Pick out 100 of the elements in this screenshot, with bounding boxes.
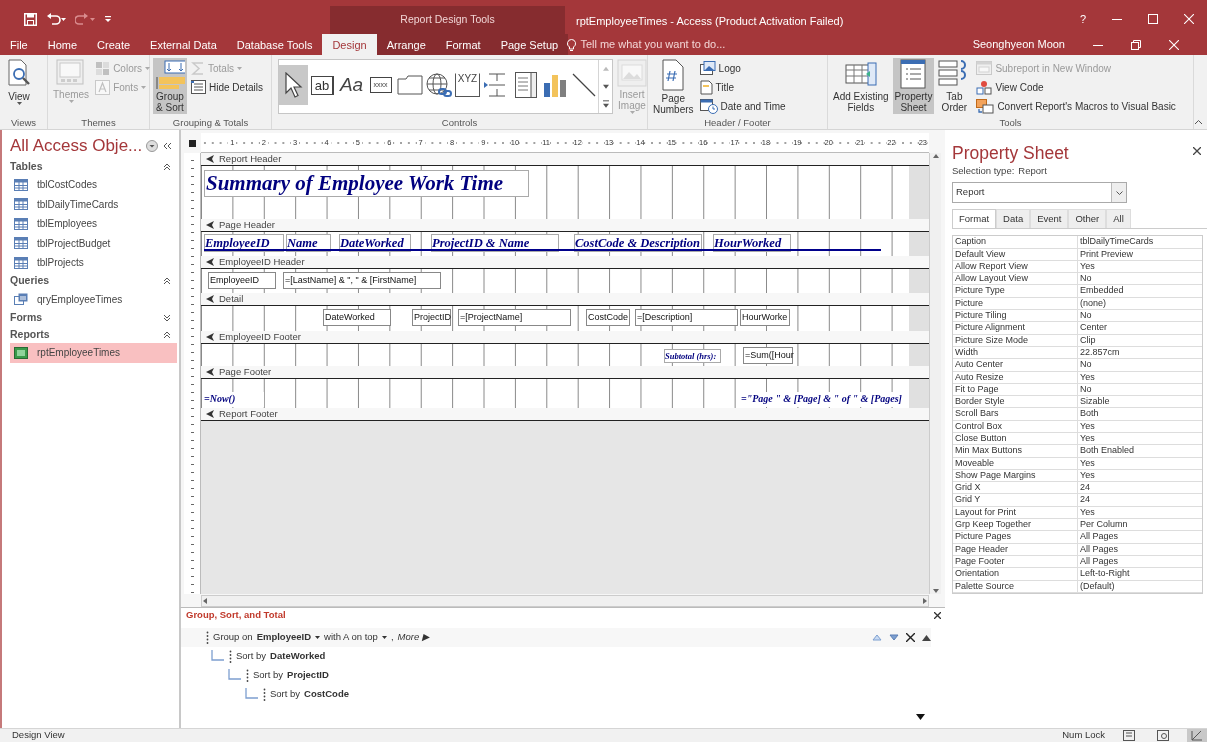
collapse-icon[interactable] (163, 330, 171, 339)
text-box-control[interactable]: =[Description] (635, 309, 738, 326)
property-value[interactable]: 24 (1078, 494, 1090, 506)
field-selector[interactable]: CostCode (304, 687, 349, 702)
ribbon-button[interactable]: Tab Order (936, 58, 973, 114)
control-tool[interactable] (279, 65, 308, 105)
property-value[interactable]: Per Column (1078, 519, 1128, 531)
collapse-icon[interactable] (163, 162, 171, 171)
expand-icon[interactable] (163, 313, 171, 322)
section-selector-icon[interactable] (206, 155, 215, 163)
delete-icon[interactable] (906, 633, 915, 642)
property-value[interactable]: No (1078, 273, 1092, 285)
ribbon-button[interactable]: Hide Details (189, 78, 265, 96)
property-value[interactable]: All Pages (1078, 543, 1119, 555)
close-button[interactable] (1169, 39, 1179, 50)
close-icon[interactable] (1193, 147, 1201, 155)
property-value[interactable]: All Pages (1078, 555, 1119, 568)
navigation-pane-title[interactable]: All Access Obje... (10, 133, 143, 159)
scroll-left-icon[interactable] (202, 596, 208, 605)
property-tab[interactable]: Data (996, 209, 1031, 229)
property-value[interactable]: No (1078, 359, 1092, 371)
section-selector-icon[interactable] (206, 368, 215, 376)
text-box-control[interactable]: =Sum([Hour (743, 347, 793, 364)
close-button[interactable] (1184, 14, 1194, 24)
text-box-control[interactable]: =[ProjectName] (458, 309, 571, 326)
section-selector-icon[interactable] (206, 258, 215, 266)
help-button[interactable]: ? (1079, 10, 1086, 28)
property-value[interactable]: Sizable (1078, 396, 1110, 408)
vertical-scrollbar[interactable] (929, 153, 941, 594)
navigation-item[interactable]: tblProjects (10, 253, 177, 273)
collapse-ribbon-icon[interactable] (1194, 119, 1203, 125)
text-box-control[interactable]: EmployeeID (208, 272, 276, 289)
report-selector-icon[interactable] (189, 139, 196, 147)
ribbon-button[interactable]: Add Existing Fields (831, 58, 891, 114)
ribbon-tab[interactable]: Page Setup (490, 34, 569, 55)
text-box-control[interactable]: CostCode (586, 309, 630, 326)
field-selector[interactable]: ProjectID (287, 668, 329, 683)
property-value[interactable]: Yes (1078, 420, 1095, 432)
group-heading[interactable]: Queries (10, 273, 50, 289)
ribbon-tab[interactable]: File (0, 34, 38, 55)
group-heading[interactable]: Tables (10, 158, 43, 175)
property-value[interactable]: Both Enabled (1078, 445, 1135, 457)
ribbon-button[interactable]: Group & Sort (153, 58, 187, 114)
ribbon-tab[interactable]: External Data (140, 34, 227, 55)
customize-menu-icon[interactable] (104, 15, 112, 23)
section-selector-icon[interactable] (206, 221, 215, 229)
close-icon[interactable] (934, 612, 941, 619)
property-value[interactable]: Left-to-Right (1078, 568, 1130, 580)
section-selector-icon[interactable] (206, 295, 215, 303)
ribbon-button[interactable]: View Code (974, 78, 1178, 96)
property-value[interactable]: (Default) (1078, 580, 1115, 592)
ribbon-button[interactable]: Convert Report's Macros to Visual Basic (974, 97, 1178, 115)
section-header[interactable]: Page Footer (219, 364, 272, 380)
tell-me-field[interactable]: Tell me what you want to do... (580, 36, 771, 53)
ribbon-button[interactable]: Logo (697, 59, 788, 77)
save-icon[interactable] (24, 12, 37, 26)
text-box-control[interactable]: =[LastName] & ", " & [FirstName] (283, 272, 441, 289)
navigation-item[interactable]: rptEmployeeTimes (10, 343, 177, 363)
text-box-control[interactable]: ProjectID (412, 309, 451, 326)
scroll-up-icon[interactable] (931, 153, 940, 159)
property-value[interactable]: Yes (1078, 260, 1095, 273)
section-selector-icon[interactable] (206, 410, 215, 418)
collapse-icon[interactable] (922, 634, 931, 641)
property-value[interactable]: Embedded (1078, 285, 1124, 297)
redo-icon[interactable] (75, 13, 95, 25)
property-tab[interactable]: Other (1068, 209, 1107, 229)
ribbon-tab[interactable]: Format (435, 34, 491, 55)
ribbon-tab[interactable]: Home (37, 34, 88, 55)
property-value[interactable]: Yes (1078, 506, 1095, 519)
navigation-item[interactable]: tblEmployees (10, 214, 177, 234)
scroll-right-icon[interactable] (922, 596, 928, 605)
ribbon-button[interactable]: Title (697, 78, 788, 96)
more-link[interactable]: More ▶ (397, 630, 429, 645)
property-value[interactable]: Yes (1078, 433, 1095, 445)
control-tool[interactable]: XYZ (453, 65, 482, 105)
section-header[interactable]: EmployeeID Header (219, 254, 305, 270)
property-value[interactable]: Clip (1078, 334, 1096, 346)
menu-dropdown-icon[interactable] (146, 140, 159, 152)
maximize-button[interactable] (1148, 14, 1158, 24)
property-tab[interactable]: Event (1030, 209, 1069, 229)
property-tab[interactable]: Format (952, 209, 997, 229)
control-tool[interactable]: Aa (337, 65, 366, 105)
property-value[interactable]: No (1078, 310, 1092, 322)
collapse-pane-icon[interactable] (162, 141, 173, 151)
restore-button[interactable] (1131, 39, 1141, 50)
property-tab[interactable]: All (1106, 209, 1131, 229)
print-preview-icon[interactable] (1157, 730, 1169, 741)
section-header[interactable]: Detail (219, 291, 244, 307)
group-heading[interactable]: Reports (10, 326, 50, 343)
property-value[interactable]: All Pages (1078, 531, 1119, 543)
section-header[interactable]: EmployeeID Footer (219, 329, 301, 345)
text-box-control[interactable]: DateWorked (323, 309, 391, 326)
ribbon-tab[interactable]: Arrange (376, 34, 436, 55)
drag-handle-icon[interactable] (229, 649, 232, 664)
ribbon-button[interactable]: View (3, 58, 35, 106)
group-heading[interactable]: Forms (10, 309, 43, 326)
layout-view-icon[interactable] (1123, 730, 1135, 741)
property-value[interactable]: Yes (1078, 457, 1095, 469)
drag-handle-icon[interactable] (206, 630, 209, 645)
subtotal-label[interactable]: Subtotal (hrs): (664, 349, 721, 363)
